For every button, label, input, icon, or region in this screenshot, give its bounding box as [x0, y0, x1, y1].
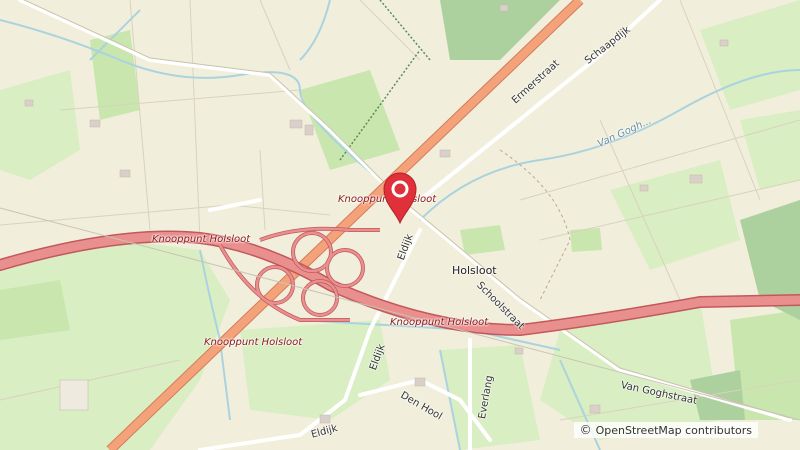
footpath — [499, 149, 571, 301]
label-village: Holsloot — [452, 264, 497, 277]
location-marker-icon[interactable] — [382, 171, 418, 225]
map-canvas[interactable]: Knooppunt Holsloot Knooppunt Holsloot Kn… — [0, 0, 800, 450]
path-track — [379, 0, 431, 61]
label-junction-south: Knooppunt Holsloot — [204, 337, 303, 348]
copyright-icon: © — [579, 423, 592, 437]
attribution-link[interactable]: OpenStreetMap contributors — [596, 424, 752, 437]
label-junction-east: Knooppunt Holsloot — [390, 317, 489, 328]
label-junction-west: Knooppunt Holsloot — [152, 234, 251, 245]
map-attribution: © OpenStreetMap contributors — [573, 422, 758, 438]
